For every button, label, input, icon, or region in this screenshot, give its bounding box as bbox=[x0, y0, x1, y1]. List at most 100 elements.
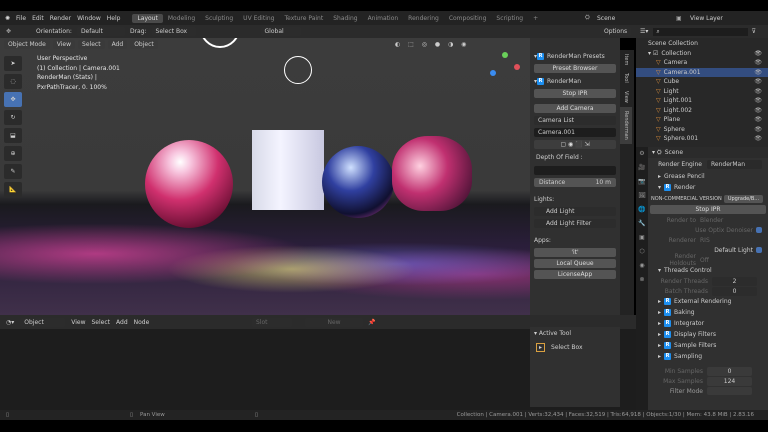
tab-compositing[interactable]: Compositing bbox=[444, 14, 492, 23]
annotate-tool-icon[interactable]: ✎ bbox=[4, 164, 22, 179]
visibility-eye-icon[interactable]: 👁 bbox=[754, 88, 762, 95]
tab-tool[interactable]: Tool bbox=[620, 69, 632, 87]
menu-help[interactable]: Help bbox=[107, 15, 121, 22]
render-to-dropdown[interactable]: Blender bbox=[700, 217, 723, 224]
navigation-gizmo[interactable] bbox=[490, 52, 520, 82]
upgrade-button[interactable]: Upgrade/B... bbox=[723, 194, 764, 203]
menu-render[interactable]: Render bbox=[50, 15, 71, 22]
render-engine-dropdown[interactable]: RenderMan bbox=[707, 160, 762, 169]
node-menu-select[interactable]: Select bbox=[92, 319, 111, 326]
min-samples-field[interactable]: 0 bbox=[707, 366, 752, 376]
properties-section[interactable]: ▸ R External Rendering bbox=[648, 296, 768, 307]
tab-shading[interactable]: Shading bbox=[328, 14, 362, 23]
presets-panel-title[interactable]: RenderMan Presets bbox=[547, 53, 605, 60]
batch-threads-field[interactable]: 0 bbox=[712, 286, 757, 296]
tab-scripting[interactable]: Scripting bbox=[491, 14, 528, 23]
visibility-eye-icon[interactable]: 👁 bbox=[754, 59, 762, 66]
mode-dropdown[interactable]: Object Mode bbox=[4, 39, 50, 49]
viewport-menu-add[interactable]: Add bbox=[107, 39, 128, 49]
render-threads-field[interactable]: 2 bbox=[712, 276, 757, 286]
pin-icon[interactable]: 📌 bbox=[368, 319, 375, 326]
scale-tool-icon[interactable]: ⬓ bbox=[4, 128, 22, 143]
preset-browser-button[interactable]: Preset Browser bbox=[534, 64, 616, 73]
add-camera-button[interactable]: Add Camera bbox=[534, 104, 616, 113]
visibility-eye-icon[interactable]: 👁 bbox=[754, 107, 762, 114]
view-layer-selector[interactable]: View Layer bbox=[690, 15, 723, 22]
outliner-item[interactable]: ▽ Light 👁 bbox=[636, 87, 768, 97]
tab-renderman[interactable]: Renderman bbox=[620, 106, 632, 144]
tab-uv-editing[interactable]: UV Editing bbox=[238, 14, 279, 23]
outliner-item[interactable]: ▽ Camera.001 👁 bbox=[636, 67, 768, 77]
node-menu-node[interactable]: Node bbox=[134, 319, 150, 326]
visibility-eye-icon[interactable]: 👁 bbox=[754, 135, 762, 142]
transform-orientation-dropdown[interactable]: Global bbox=[260, 27, 301, 36]
shader-type-dropdown[interactable]: Object bbox=[20, 317, 66, 327]
outliner-item[interactable]: ▽ Light.002 👁 bbox=[636, 106, 768, 116]
editor-type-icon[interactable]: ◔▾ bbox=[6, 319, 14, 326]
menu-window[interactable]: Window bbox=[77, 15, 101, 22]
cursor-tool-icon[interactable]: ◌ bbox=[4, 74, 22, 89]
optix-checkbox[interactable] bbox=[756, 227, 762, 233]
it-app-button[interactable]: 'it' bbox=[534, 248, 616, 257]
outliner-item[interactable]: ▽ Light.001 👁 bbox=[636, 96, 768, 106]
search-icon[interactable]: ⌕ bbox=[653, 27, 748, 36]
max-samples-field[interactable]: 124 bbox=[707, 376, 752, 386]
properties-section[interactable]: ▸ R Integrator bbox=[648, 318, 768, 329]
stop-ipr-button[interactable]: Stop IPR bbox=[650, 205, 766, 214]
license-app-button[interactable]: LicenseApp bbox=[534, 270, 616, 279]
node-menu-view[interactable]: View bbox=[71, 319, 85, 326]
select-tool-icon[interactable]: ➤ bbox=[4, 56, 22, 71]
outliner-item[interactable]: ▽ Sphere 👁 bbox=[636, 125, 768, 135]
visibility-eye-icon[interactable]: 👁 bbox=[754, 116, 762, 123]
tab-layout[interactable]: Layout bbox=[132, 13, 163, 23]
outliner-item[interactable]: ▽ Sphere.001 👁 bbox=[636, 134, 768, 144]
node-editor[interactable]: ◔▾ Object View Select Add Node Slot New … bbox=[0, 315, 636, 410]
measure-tool-icon[interactable]: 📐 bbox=[4, 182, 22, 197]
tab-item[interactable]: Item bbox=[620, 50, 632, 69]
visibility-eye-icon[interactable]: 👁 bbox=[754, 78, 762, 85]
menu-file[interactable]: File bbox=[16, 15, 26, 22]
tab-rendering[interactable]: Rendering bbox=[403, 14, 444, 23]
properties-section[interactable]: ▸ R Baking bbox=[648, 307, 768, 318]
drag-dropdown[interactable]: Select Box bbox=[151, 27, 196, 36]
camera-options-row[interactable]: ▢ ◉ ⬛ ⇲ bbox=[534, 140, 616, 149]
transform-tool-icon[interactable]: ⊕ bbox=[4, 146, 22, 161]
node-menu-add[interactable]: Add bbox=[116, 319, 128, 326]
shading-buttons[interactable]: ◐ ⬚ ◎ ● ◑ ◉ bbox=[395, 41, 469, 48]
holdouts-dropdown[interactable]: Off bbox=[700, 257, 709, 264]
local-queue-button[interactable]: Local Queue bbox=[534, 259, 616, 268]
renderman-panel-title[interactable]: RenderMan bbox=[547, 78, 581, 85]
tab-animation[interactable]: Animation bbox=[363, 14, 404, 23]
transform-tool-icon[interactable]: ✥ bbox=[6, 28, 11, 35]
slot-dropdown[interactable]: Slot bbox=[252, 317, 292, 327]
add-workspace-button[interactable]: + bbox=[528, 14, 543, 23]
properties-section[interactable]: ▸ R Sample Filters bbox=[648, 340, 768, 351]
blender-logo-icon[interactable]: ✺ bbox=[5, 15, 10, 22]
rotate-tool-icon[interactable]: ↻ bbox=[4, 110, 22, 125]
default-light-checkbox[interactable] bbox=[756, 247, 762, 253]
filter-icon[interactable]: ⊽ bbox=[752, 28, 756, 35]
dof-object-field[interactable] bbox=[534, 166, 616, 175]
viewport-menu-view[interactable]: View bbox=[52, 39, 76, 49]
viewport-menu-object[interactable]: Object bbox=[130, 39, 158, 49]
visibility-eye-icon[interactable]: 👁 bbox=[754, 97, 762, 104]
outliner-item[interactable]: ▽ Plane 👁 bbox=[636, 115, 768, 125]
move-tool-icon[interactable]: ✥ bbox=[4, 92, 22, 107]
render-panel[interactable]: ▾ R Render bbox=[648, 182, 768, 193]
menu-edit[interactable]: Edit bbox=[32, 15, 44, 22]
threads-control-panel[interactable]: ▾ Threads Control bbox=[648, 265, 768, 276]
tab-texture-paint[interactable]: Texture Paint bbox=[279, 14, 328, 23]
tab-sculpting[interactable]: Sculpting bbox=[200, 14, 238, 23]
outliner-item[interactable]: ▽ Cube 👁 bbox=[636, 77, 768, 87]
active-tool-title[interactable]: ▾ Active Tool bbox=[530, 327, 620, 340]
camera-name-field[interactable]: Camera.001 bbox=[534, 128, 616, 137]
viewport-menu-select[interactable]: Select bbox=[78, 39, 105, 49]
visibility-eye-icon[interactable]: 👁 bbox=[754, 126, 762, 133]
options-dropdown[interactable]: Options bbox=[600, 27, 632, 36]
display-mode-icon[interactable]: ☰▾ bbox=[640, 28, 648, 35]
add-light-dropdown[interactable]: Add Light bbox=[534, 207, 616, 216]
scene-collection[interactable]: Scene Collection bbox=[636, 38, 768, 48]
properties-section[interactable]: ▸ R Display Filters bbox=[648, 329, 768, 340]
renderer-dropdown[interactable]: RIS bbox=[700, 237, 710, 244]
3d-viewport[interactable]: Object Mode View Select Add Object ◐ ⬚ ◎… bbox=[0, 38, 530, 315]
